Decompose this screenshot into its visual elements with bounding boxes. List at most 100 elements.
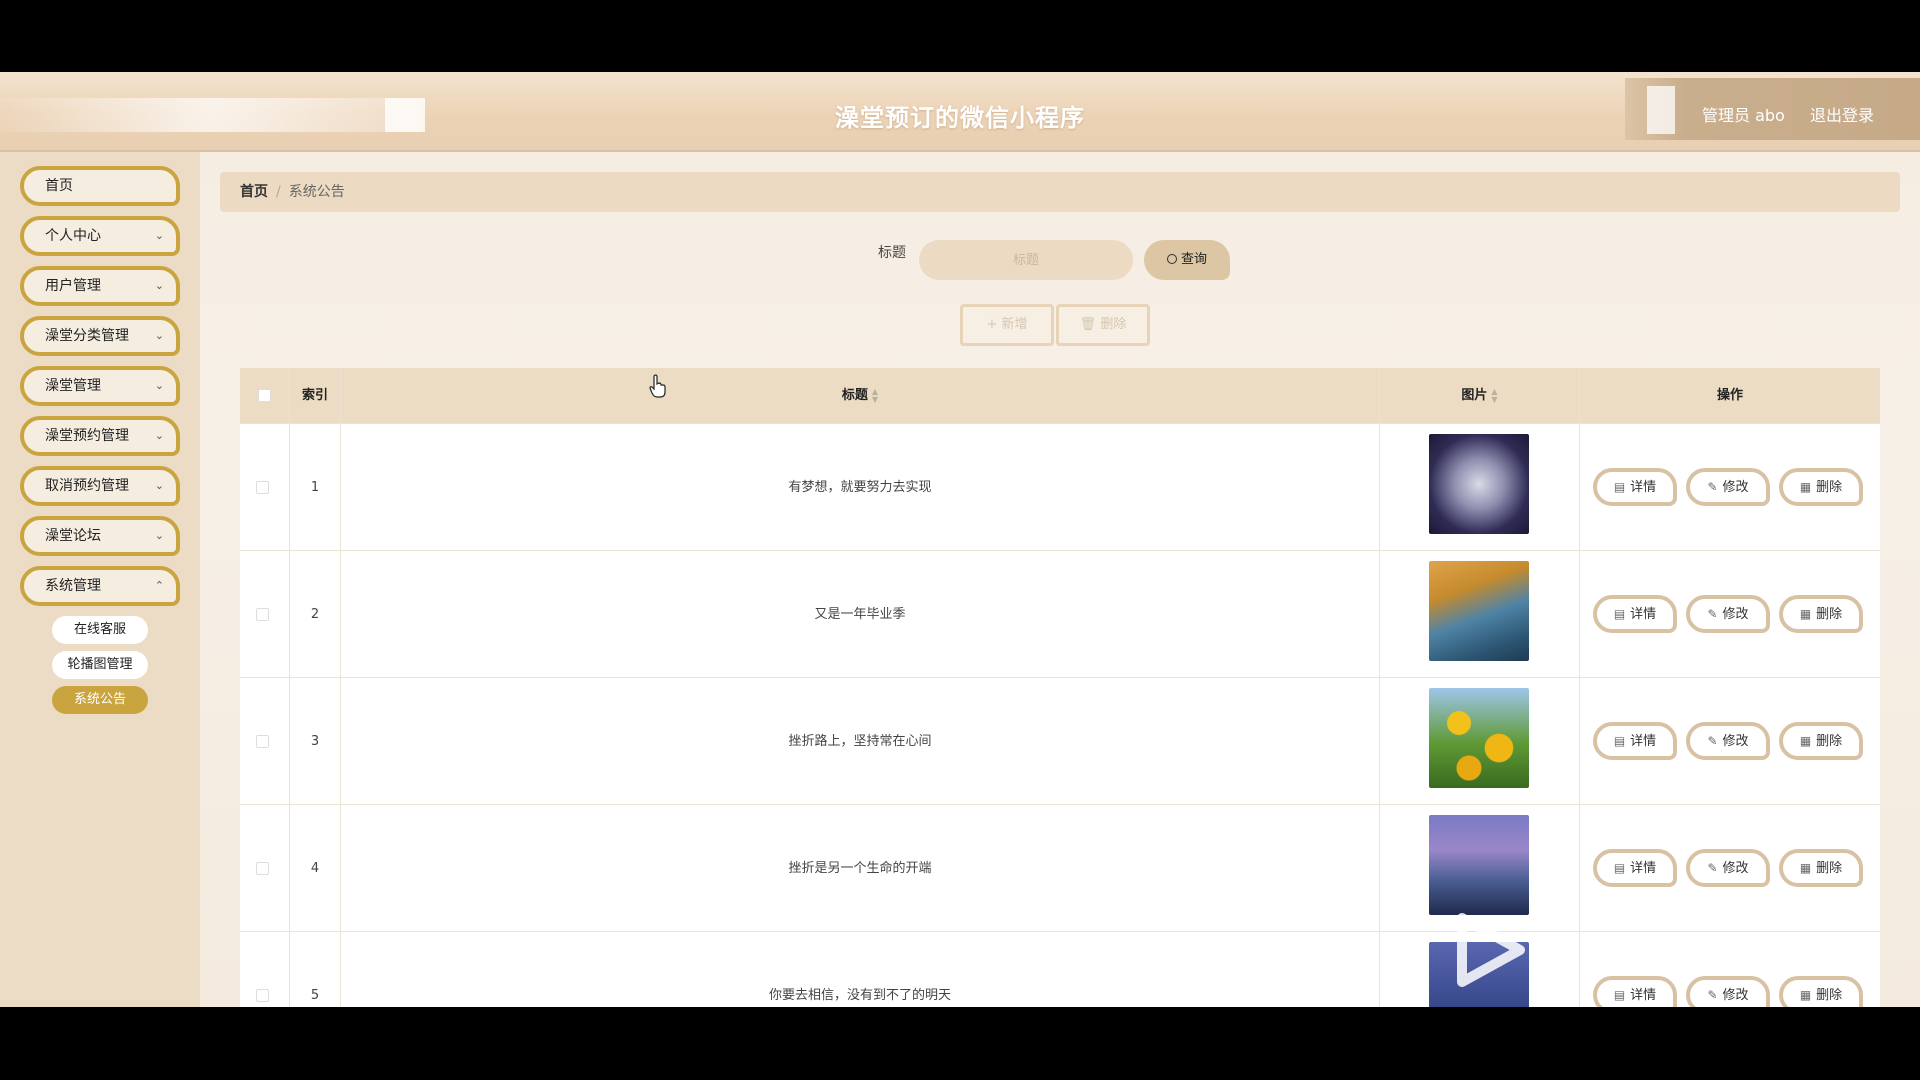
detail-button[interactable]: ▤ 详情	[1593, 468, 1677, 506]
pencil-icon: ✎	[1707, 734, 1718, 748]
sidebar-item-label: 系统管理	[45, 578, 101, 594]
document-icon: ▤	[1613, 861, 1626, 875]
table-row: 3 挫折路上，坚持常在心间 ▤ 详情 ✎ 修改 ▦ 删除	[240, 677, 1880, 804]
row-checkbox[interactable]	[256, 735, 269, 748]
breadcrumb-home[interactable]: 首页	[240, 184, 268, 200]
pencil-icon: ✎	[1707, 861, 1718, 875]
row-checkbox[interactable]	[256, 862, 269, 875]
breadcrumb-current: 系统公告	[288, 184, 345, 200]
detail-button[interactable]: ▤ 详情	[1593, 976, 1677, 1007]
chevron-down-icon: ⌄	[154, 379, 164, 392]
delete-button[interactable]: ▦ 删除	[1779, 468, 1863, 506]
hand-cursor-icon	[649, 374, 666, 398]
detail-button-label: 详情	[1630, 861, 1657, 876]
sidebar-item-personal-center[interactable]: 个人中心 ⌄	[20, 216, 180, 256]
edit-button-label: 修改	[1722, 480, 1749, 495]
row-title: 挫折路上，坚持常在心间	[788, 734, 932, 749]
delete-button[interactable]: ▦ 删除	[1779, 722, 1863, 760]
plus-icon: +	[986, 317, 1002, 332]
delete-button-label: 删除	[1816, 861, 1843, 876]
edit-button[interactable]: ✎ 修改	[1686, 595, 1770, 633]
search-button[interactable]: 查询	[1144, 240, 1230, 280]
pencil-icon: ✎	[1707, 480, 1718, 494]
row-index: 5	[310, 988, 320, 1003]
table-row: 1 有梦想，就要努力去实现 ▤ 详情 ✎ 修改 ▦ 删除	[240, 423, 1880, 550]
edit-button-label: 修改	[1722, 861, 1749, 876]
edit-button[interactable]: ✎ 修改	[1686, 722, 1770, 760]
delete-button[interactable]: ▦ 删除	[1779, 849, 1863, 887]
edit-button[interactable]: ✎ 修改	[1686, 976, 1770, 1007]
app-screen: 澡堂预订的微信小程序 管理员 abo 退出登录 首页 个人中心 ⌄ 用户管理 ⌄…	[0, 72, 1920, 1007]
data-table: 索引 标题▲▼ 图片▲▼ 操作 1 有梦想，就要努力去实现 ▤ 详情 ✎	[240, 368, 1880, 1007]
batch-delete-button[interactable]: 🗑 删除	[1056, 304, 1150, 346]
chevron-down-icon: ⌄	[154, 429, 164, 442]
detail-button-label: 详情	[1630, 607, 1657, 622]
sidebar-item-label: 取消预约管理	[45, 478, 129, 494]
sort-icon[interactable]: ▲ ▼	[872, 387, 878, 404]
row-title: 有梦想，就要努力去实现	[788, 480, 932, 495]
row-checkbox[interactable]	[256, 989, 269, 1002]
add-button[interactable]: + 新增	[960, 304, 1054, 346]
detail-button[interactable]: ▤ 详情	[1593, 595, 1677, 633]
delete-button[interactable]: ▦ 删除	[1779, 595, 1863, 633]
row-thumbnail-image[interactable]	[1429, 815, 1529, 915]
row-thumbnail-image[interactable]	[1429, 688, 1529, 788]
trash-icon: ▦	[1799, 734, 1812, 748]
sidebar-item-bathhouse-category[interactable]: 澡堂分类管理 ⌄	[20, 316, 180, 356]
row-index: 1	[310, 480, 320, 495]
top-header: 澡堂预订的微信小程序 管理员 abo 退出登录	[0, 72, 1920, 152]
chevron-down-icon: ⌄	[154, 329, 164, 342]
sidebar-item-system-management[interactable]: 系统管理 ⌃	[20, 566, 180, 606]
column-header-title[interactable]: 标题 ▲ ▼	[341, 368, 1379, 423]
breadcrumb-separator: /	[276, 184, 281, 200]
select-all-checkbox[interactable]	[258, 389, 271, 402]
pencil-icon: ✎	[1707, 607, 1718, 621]
document-icon: ▤	[1613, 734, 1626, 748]
row-thumbnail-image[interactable]	[1429, 561, 1529, 661]
row-checkbox[interactable]	[256, 608, 269, 621]
delete-button[interactable]: ▦ 删除	[1779, 976, 1863, 1007]
column-header-index: 索引	[301, 388, 328, 403]
sidebar-item-booking-management[interactable]: 澡堂预约管理 ⌄	[20, 416, 180, 456]
logout-link[interactable]: 退出登录	[1810, 102, 1874, 126]
chevron-down-icon: ⌄	[154, 529, 164, 542]
search-button-label: 查询	[1180, 252, 1207, 267]
row-title: 挫折是另一个生命的开端	[788, 861, 932, 876]
edit-button[interactable]: ✎ 修改	[1686, 849, 1770, 887]
sidebar-item-forum[interactable]: 澡堂论坛 ⌄	[20, 516, 180, 556]
search-input[interactable]	[919, 240, 1133, 280]
sidebar-subitem-online-service[interactable]: 在线客服	[52, 616, 148, 644]
table-header: 索引 标题 ▲ ▼ 图片 ▲ ▼ 操作	[240, 368, 1880, 423]
sidebar-item-label: 澡堂预约管理	[45, 428, 129, 444]
sidebar-item-label: 澡堂分类管理	[45, 328, 129, 344]
edit-button[interactable]: ✎ 修改	[1686, 468, 1770, 506]
sidebar-item-cancel-booking[interactable]: 取消预约管理 ⌄	[20, 466, 180, 506]
sidebar-item-user-management[interactable]: 用户管理 ⌄	[20, 266, 180, 306]
delete-button-label: 删除	[1816, 734, 1843, 749]
batch-delete-label: 删除	[1100, 317, 1127, 332]
sidebar-item-bathhouse-management[interactable]: 澡堂管理 ⌄	[20, 366, 180, 406]
sidebar-subitem-carousel[interactable]: 轮播图管理	[52, 651, 148, 679]
chevron-down-icon: ⌃	[154, 579, 164, 592]
sidebar-subitem-announcement[interactable]: 系统公告	[52, 686, 148, 714]
document-icon: ▤	[1613, 480, 1626, 494]
sort-icon[interactable]: ▲ ▼	[1491, 387, 1497, 404]
breadcrumb: 首页 / 系统公告	[220, 172, 1900, 212]
row-index: 4	[310, 861, 320, 876]
pencil-icon: ✎	[1707, 988, 1718, 1002]
column-header-image-label: 图片	[1461, 388, 1488, 403]
delete-button-label: 删除	[1816, 988, 1843, 1003]
delete-button-label: 删除	[1816, 480, 1843, 495]
row-checkbox[interactable]	[256, 481, 269, 494]
row-thumbnail-image[interactable]	[1429, 434, 1529, 534]
sidebar-item-label: 澡堂论坛	[45, 528, 101, 544]
sidebar-item-home[interactable]: 首页	[20, 166, 180, 206]
column-header-image[interactable]: 图片 ▲ ▼	[1380, 368, 1579, 423]
document-icon: ▤	[1613, 988, 1626, 1002]
table-row: 5 你要去相信，没有到不了的明天 ▤ 详情 ✎ 修改 ▦ 删除	[240, 931, 1880, 1007]
detail-button[interactable]: ▤ 详情	[1593, 722, 1677, 760]
row-index: 2	[310, 607, 320, 622]
trash-icon: ▦	[1799, 607, 1812, 621]
detail-button[interactable]: ▤ 详情	[1593, 849, 1677, 887]
chevron-down-icon: ⌄	[154, 479, 164, 492]
